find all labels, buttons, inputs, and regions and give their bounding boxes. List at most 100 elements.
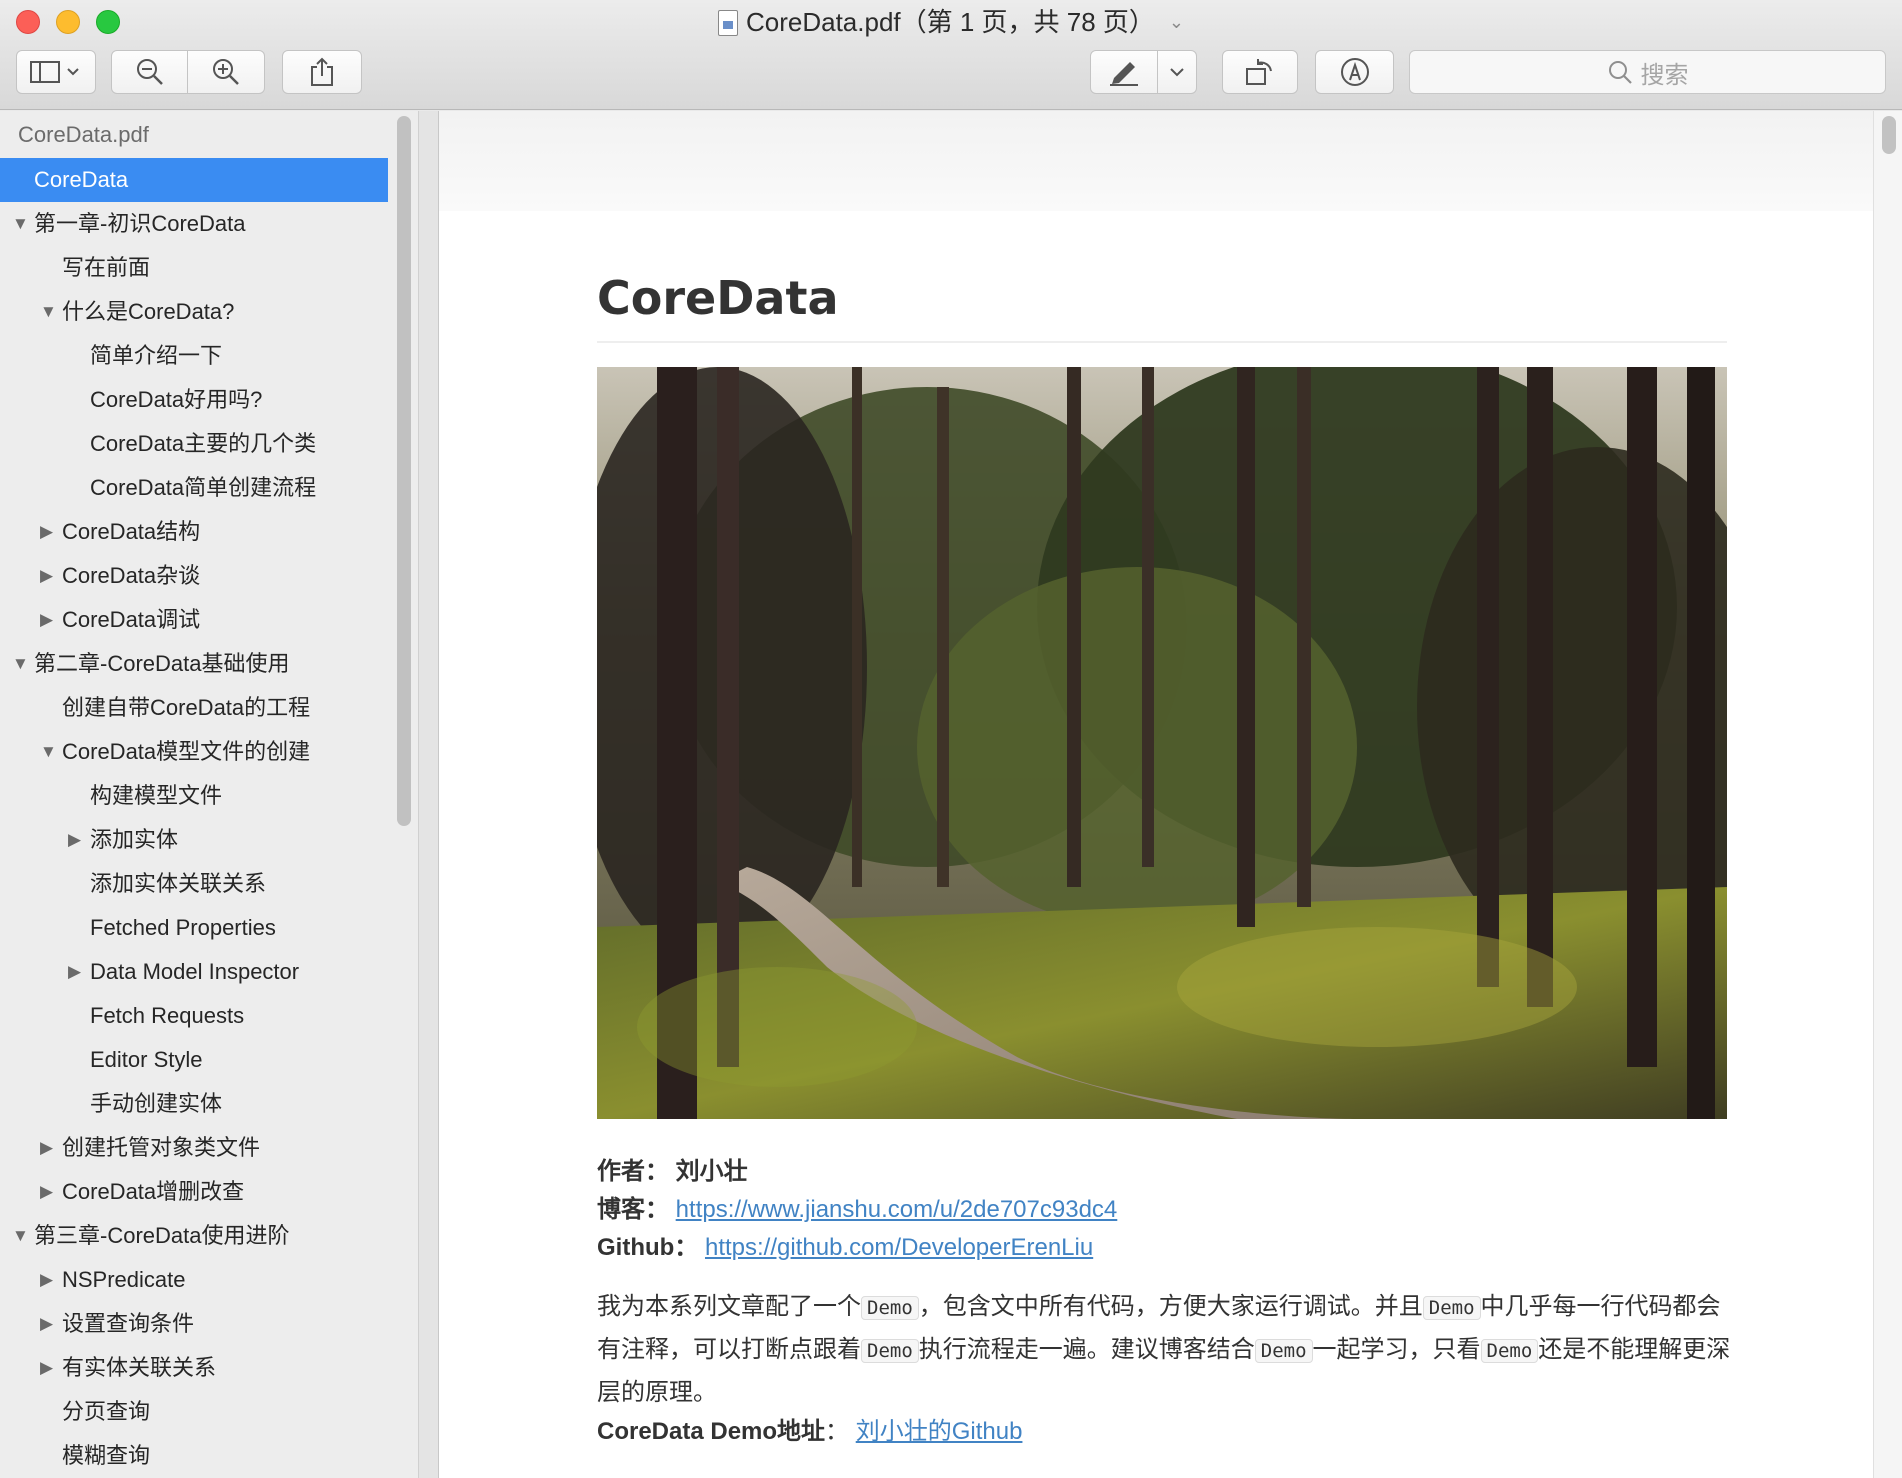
disclosure-collapsed-icon[interactable]: ▶ bbox=[40, 1359, 56, 1376]
outline-item[interactable]: ▶ Data Model Inspector bbox=[0, 950, 388, 994]
disclosure-expanded-icon[interactable]: ▼ bbox=[40, 743, 57, 760]
outline-item[interactable]: Editor Style bbox=[0, 1038, 388, 1082]
disclosure-collapsed-icon[interactable]: ▶ bbox=[40, 1139, 56, 1156]
github-link[interactable]: https://github.com/DeveloperErenLiu bbox=[705, 1234, 1093, 1261]
blog-link[interactable]: https://www.jianshu.com/u/2de707c93dc4 bbox=[676, 1196, 1118, 1223]
disclosure-collapsed-icon[interactable]: ▶ bbox=[40, 1315, 56, 1332]
document-view[interactable]: CoreData 作者： 刘小壮 博客： https://www.jianshu… bbox=[439, 111, 1873, 1478]
document-scroll-thumb[interactable] bbox=[1882, 116, 1896, 154]
disclosure-collapsed-icon[interactable]: ▶ bbox=[40, 1183, 56, 1200]
para-text: ，包含文中所有代码，方便大家运行调试。并且 bbox=[918, 1293, 1423, 1320]
zoom-in-icon bbox=[213, 59, 239, 85]
inline-code: Demo bbox=[1422, 1296, 1481, 1320]
outline-item[interactable]: CoreData简单创建流程 bbox=[0, 466, 388, 510]
outline-item[interactable]: ▶ 创建托管对象类文件 bbox=[0, 1126, 388, 1170]
outline-item[interactable]: ▶ CoreData杂谈 bbox=[0, 554, 388, 598]
outline-item[interactable]: Fetched Properties bbox=[0, 906, 388, 950]
outline-item[interactable]: ▶ 添加实体 bbox=[0, 818, 388, 862]
outline-item[interactable]: ▶ 设置查询条件 bbox=[0, 1302, 388, 1346]
outline-item-label: Editor Style bbox=[90, 1047, 203, 1072]
outline-item[interactable]: 构建模型文件 bbox=[0, 774, 388, 818]
disclosure-expanded-icon[interactable]: ▼ bbox=[12, 215, 29, 232]
outline-item[interactable]: 手动创建实体 bbox=[0, 1082, 388, 1126]
inline-code: Demo bbox=[1480, 1339, 1539, 1363]
share-button[interactable] bbox=[282, 50, 362, 94]
github-line: Github： https://github.com/DeveloperEren… bbox=[597, 1227, 1093, 1262]
outline-item-label: 有实体关联关系 bbox=[62, 1355, 217, 1380]
outline-item[interactable]: Fetch Requests bbox=[0, 994, 388, 1038]
sidebar-view-button[interactable] bbox=[16, 50, 96, 94]
outline-item-label: 设置查询条件 bbox=[62, 1311, 195, 1336]
disclosure-expanded-icon[interactable]: ▼ bbox=[12, 1227, 29, 1244]
search-icon bbox=[1608, 61, 1632, 84]
rotate-icon bbox=[1246, 59, 1272, 85]
author-label: 作者： bbox=[597, 1158, 669, 1185]
outline-item[interactable]: 创建自带CoreData的工程 bbox=[0, 686, 388, 730]
disclosure-collapsed-icon[interactable]: ▶ bbox=[40, 523, 56, 540]
highlight-button[interactable] bbox=[1090, 50, 1158, 94]
outline-item-label: 创建自带CoreData的工程 bbox=[62, 695, 311, 720]
outline-item-label: CoreData简单创建流程 bbox=[90, 475, 317, 500]
outline-item-label: CoreData bbox=[34, 167, 129, 192]
title-chevron-icon[interactable]: ⌄ bbox=[1169, 12, 1184, 32]
outline-item[interactable]: ▶ 有实体关联关系 bbox=[0, 1346, 388, 1390]
demo-github-link[interactable]: 刘小壮的Github bbox=[856, 1418, 1023, 1445]
document-scrollbar[interactable] bbox=[1873, 111, 1902, 1478]
markup-button[interactable] bbox=[1315, 50, 1394, 94]
outline-item-label: 添加实体关联关系 bbox=[90, 871, 267, 896]
window-title-area[interactable]: CoreData.pdf（第 1 页，共 78 页） ⌄ bbox=[0, 6, 1902, 38]
disclosure-collapsed-icon[interactable]: ▶ bbox=[68, 831, 84, 848]
search-placeholder: 搜索 bbox=[1640, 61, 1689, 89]
outline-item-label: 第一章-初识CoreData bbox=[34, 211, 246, 236]
blog-label: 博客： bbox=[597, 1196, 669, 1223]
outline-item[interactable]: CoreData主要的几个类 bbox=[0, 422, 388, 466]
sidebar-scrollbar[interactable] bbox=[397, 116, 411, 826]
author-line: 作者： 刘小壮 bbox=[597, 1151, 748, 1186]
outline-item-label: CoreData好用吗? bbox=[90, 387, 263, 412]
highlighter-pen-icon bbox=[1110, 62, 1138, 86]
outline-item[interactable]: 添加实体关联关系 bbox=[0, 862, 388, 906]
sidebar-divider[interactable] bbox=[418, 111, 439, 1478]
github-label: Github： bbox=[597, 1234, 699, 1261]
outline-item[interactable]: 简单介绍一下 bbox=[0, 334, 388, 378]
disclosure-expanded-icon[interactable]: ▼ bbox=[12, 655, 29, 672]
disclosure-collapsed-icon[interactable]: ▶ bbox=[40, 1271, 56, 1288]
outline-item[interactable]: ▶ CoreData增删改查 bbox=[0, 1170, 388, 1214]
search-field[interactable]: 搜索 bbox=[1409, 50, 1886, 94]
outline-item-label: Data Model Inspector bbox=[90, 959, 300, 984]
disclosure-collapsed-icon[interactable]: ▶ bbox=[40, 611, 56, 628]
forest-path-photo bbox=[597, 367, 1727, 1119]
outline-item-label: 第二章-CoreData基础使用 bbox=[34, 651, 290, 676]
disclosure-collapsed-icon[interactable]: ▶ bbox=[68, 963, 84, 980]
disclosure-expanded-icon[interactable]: ▼ bbox=[40, 303, 57, 320]
outline-item[interactable]: ▼ CoreData模型文件的创建 bbox=[0, 730, 388, 774]
highlight-options-button[interactable] bbox=[1158, 50, 1197, 94]
outline-item[interactable]: 模糊查询 bbox=[0, 1434, 388, 1478]
demo-colon: ： bbox=[825, 1418, 850, 1445]
outline-item[interactable]: CoreData好用吗? bbox=[0, 378, 388, 422]
zoom-out-button[interactable] bbox=[111, 50, 188, 94]
outline-item[interactable]: 分页查询 bbox=[0, 1390, 388, 1434]
outline-item-label: 简单介绍一下 bbox=[90, 343, 223, 368]
markup-pen-icon bbox=[1340, 58, 1369, 86]
para-text: 执行流程走一遍。建议博客结合 bbox=[918, 1336, 1255, 1363]
demo-label: CoreData Demo地址 bbox=[597, 1418, 826, 1445]
outline-item-label: Fetched Properties bbox=[90, 915, 276, 940]
outline-item[interactable]: ▶ CoreData结构 bbox=[0, 510, 388, 554]
zoom-out-icon bbox=[136, 59, 163, 85]
pdf-document-icon bbox=[717, 10, 738, 36]
outline-item[interactable]: ▶ CoreData调试 bbox=[0, 598, 388, 642]
outline-item[interactable]: ▼ 什么是CoreData? bbox=[0, 290, 388, 334]
intro-paragraph: 我为本系列文章配了一个 Demo ，包含文中所有代码，方便大家运行调试。并且 Demo… bbox=[597, 1286, 1737, 1414]
outline-item[interactable]: CoreData bbox=[0, 158, 388, 202]
outline-item[interactable]: ▼ 第二章-CoreData基础使用 bbox=[0, 642, 388, 686]
disclosure-collapsed-icon[interactable]: ▶ bbox=[40, 567, 56, 584]
zoom-in-button[interactable] bbox=[188, 50, 265, 94]
outline-item[interactable]: 写在前面 bbox=[0, 246, 388, 290]
outline-item-label: CoreData杂谈 bbox=[62, 563, 201, 588]
outline-item[interactable]: ▶ NSPredicate bbox=[0, 1258, 388, 1302]
rotate-button[interactable] bbox=[1222, 50, 1298, 94]
outline-item[interactable]: ▼ 第三章-CoreData使用进阶 bbox=[0, 1214, 388, 1258]
outline-item[interactable]: ▼ 第一章-初识CoreData bbox=[0, 202, 388, 246]
sidebar-file-name[interactable]: CoreData.pdf bbox=[18, 122, 149, 148]
